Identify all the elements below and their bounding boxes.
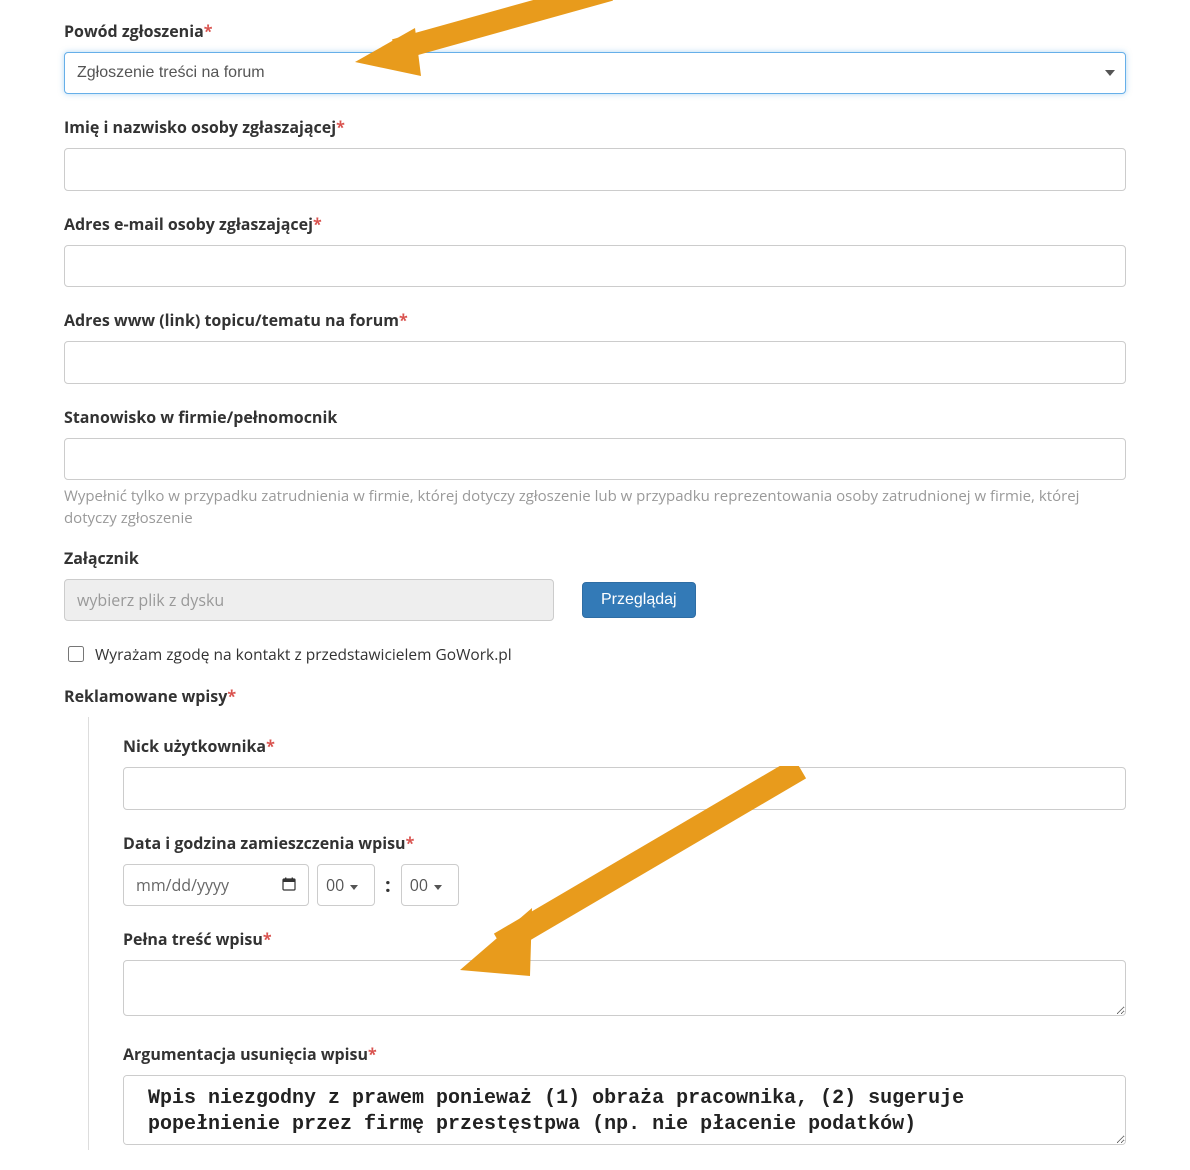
field-datetime: Data i godzina zamieszczenia wpisu* mm/d… <box>123 832 1126 906</box>
input-nick[interactable] <box>123 767 1126 809</box>
textarea-fulltext[interactable] <box>123 960 1126 1016</box>
label-reason: Powód zgłoszenia* <box>64 20 1126 42</box>
field-nick: Nick użytkownika* <box>123 735 1126 809</box>
chevron-down-icon <box>350 874 358 896</box>
field-fulltext: Pełna treść wpisu* <box>123 928 1126 1021</box>
field-url: Adres www (link) topicu/tematu na forum* <box>64 309 1126 383</box>
field-email: Adres e-mail osoby zgłaszającej* <box>64 213 1126 287</box>
chevron-down-icon <box>434 874 442 896</box>
section-entries: Reklamowane wpisy* Nick użytkownika* Dat… <box>64 685 1126 1149</box>
label-attachment: Załącznik <box>64 547 1126 569</box>
label-datetime: Data i godzina zamieszczenia wpisu* <box>123 832 1126 854</box>
field-position: Stanowisko w firmie/pełnomocnik Wypełnić… <box>64 406 1126 530</box>
input-position[interactable] <box>64 438 1126 480</box>
field-argument: Argumentacja usunięcia wpisu* <box>123 1043 1126 1150</box>
consent-row: Wyrażam zgodę na kontakt z przedstawicie… <box>64 643 1126 665</box>
label-email: Adres e-mail osoby zgłaszającej* <box>64 213 1126 235</box>
calendar-icon <box>282 874 296 896</box>
label-argument: Argumentacja usunięcia wpisu* <box>123 1043 1126 1065</box>
input-attachment-display[interactable]: wybierz plik z dysku <box>64 579 554 621</box>
label-fulltext: Pełna treść wpisu* <box>123 928 1126 950</box>
entries-nested: Nick użytkownika* Data i godzina zamiesz… <box>88 717 1126 1149</box>
help-position: Wypełnić tylko w przypadku zatrudnienia … <box>64 486 1126 530</box>
field-name: Imię i nazwisko osoby zgłaszającej* <box>64 116 1126 190</box>
label-entries: Reklamowane wpisy* <box>64 685 1126 707</box>
input-email[interactable] <box>64 245 1126 287</box>
time-colon: : <box>385 871 391 898</box>
select-minute[interactable]: 00 <box>401 864 459 906</box>
label-url: Adres www (link) topicu/tematu na forum* <box>64 309 1126 331</box>
input-name[interactable] <box>64 148 1126 190</box>
label-consent: Wyrażam zgodę na kontakt z przedstawicie… <box>95 643 512 665</box>
input-url[interactable] <box>64 341 1126 383</box>
browse-button[interactable]: Przeglądaj <box>582 582 696 618</box>
label-position: Stanowisko w firmie/pełnomocnik <box>64 406 1126 428</box>
field-attachment: Załącznik wybierz plik z dysku Przegląda… <box>64 547 1126 621</box>
input-date[interactable]: mm/dd/yyyy <box>123 864 309 906</box>
field-reason: Powód zgłoszenia* Zgłoszenie treści na f… <box>64 20 1126 94</box>
select-hour[interactable]: 00 <box>317 864 375 906</box>
label-nick: Nick użytkownika* <box>123 735 1126 757</box>
select-reason[interactable]: Zgłoszenie treści na forum <box>64 52 1126 94</box>
checkbox-consent[interactable] <box>68 646 84 662</box>
label-name: Imię i nazwisko osoby zgłaszającej* <box>64 116 1126 138</box>
textarea-argument[interactable] <box>123 1075 1126 1145</box>
